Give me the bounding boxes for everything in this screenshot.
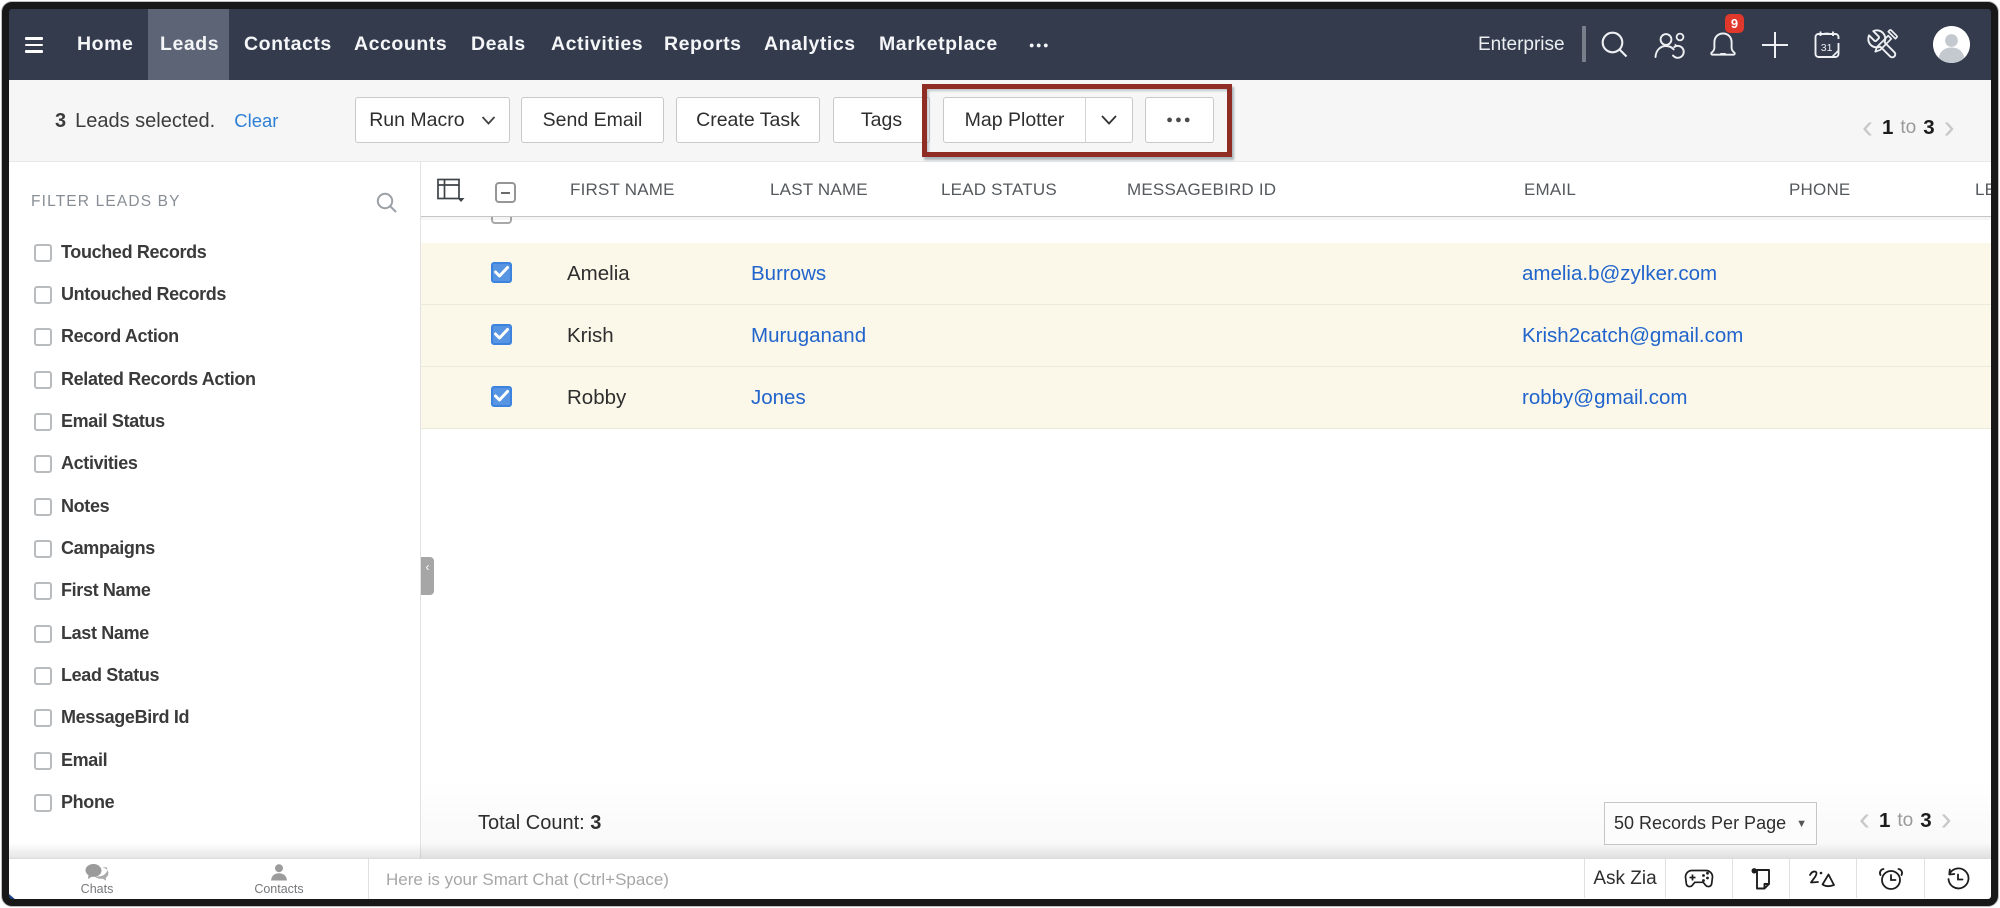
svg-text:31: 31 xyxy=(1821,42,1833,54)
